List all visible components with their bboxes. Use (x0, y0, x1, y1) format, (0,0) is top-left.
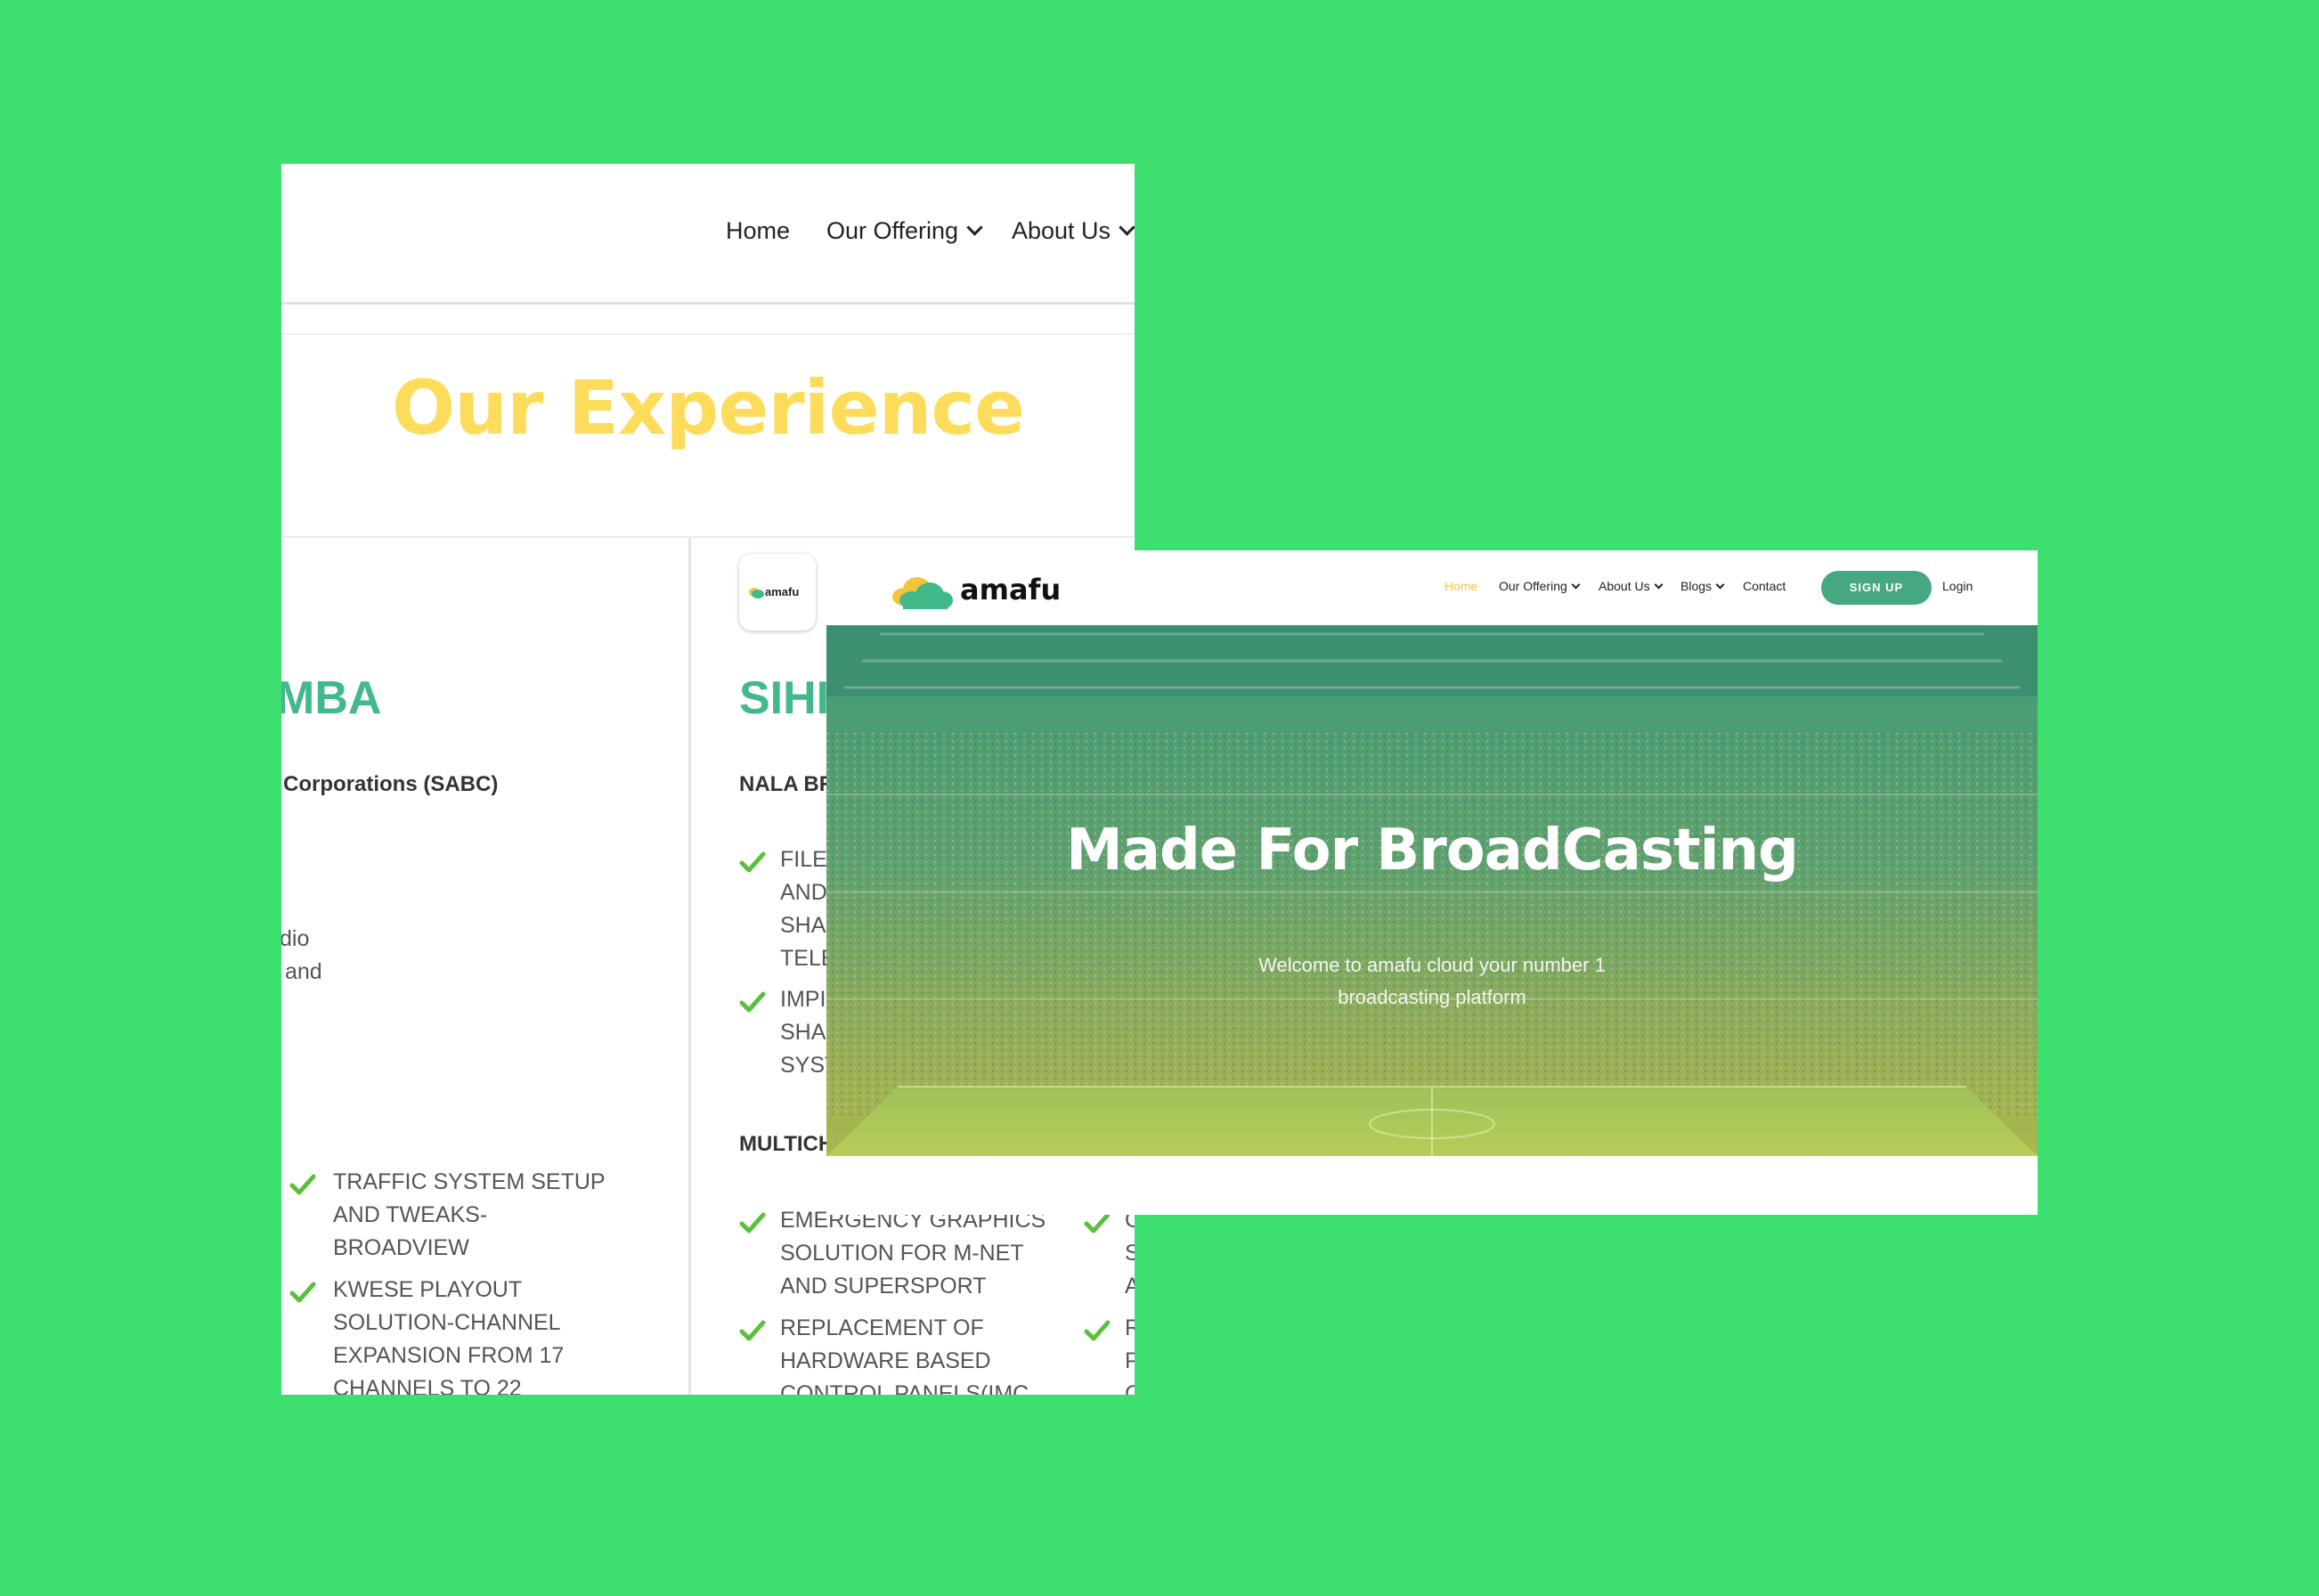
list-item-line: SOLUTION-CHANNEL (333, 1310, 561, 1335)
cloud-logo-icon (892, 577, 953, 609)
list-item-line: C (1125, 1381, 1135, 1395)
list-item: R P C (1125, 1312, 1135, 1395)
list-item: REPLACEMENT OF HARDWARE BASED CONTROL PA… (780, 1312, 1029, 1395)
nav-our-offering[interactable]: Our Offering (1499, 579, 1581, 593)
list-item: TRAFFIC SYSTEM SETUP AND TWEAKS- BROADVI… (333, 1166, 606, 1265)
list-item-line: BROADVIEW (333, 1235, 469, 1260)
login-link[interactable]: Login (1942, 579, 1973, 593)
hero-subtitle-line: broadcasting platform (1338, 986, 1526, 1008)
list-item: C S A (1125, 1204, 1135, 1303)
check-icon (739, 1320, 766, 1341)
list-item-line: CHANNELS TO 22 (333, 1376, 522, 1395)
list-item: KWESE PLAYOUT SOLUTION-CHANNEL EXPANSION… (333, 1274, 564, 1395)
nav-about-us-label: About Us (1599, 579, 1650, 593)
check-icon (289, 1282, 316, 1303)
list-item-line: CONTROL PANELS(IMC (780, 1381, 1029, 1395)
nav-our-offering[interactable]: Our Offering (826, 217, 983, 245)
list-item-line: P (1125, 1348, 1135, 1373)
list-item-line: AND TWEAKS- (333, 1202, 488, 1227)
stadium-hero-image (826, 625, 2038, 1156)
chevron-down-icon (1119, 219, 1135, 236)
nav-about-us[interactable]: About Us (1599, 579, 1664, 593)
list-item-line: TRAFFIC SYSTEM SETUP (333, 1169, 606, 1194)
column-title: MBA (281, 672, 382, 724)
list-item-line: R (1125, 1315, 1135, 1340)
cloud-icon (749, 588, 764, 598)
brand-logo[interactable]: amafu (891, 570, 1069, 609)
badge-brand-name: amafu (765, 585, 800, 598)
nav-blogs-label: Blogs (1680, 579, 1713, 593)
list-item-line: S (1125, 1241, 1135, 1266)
hero-subtitle: Welcome to amafu cloud your number 1 bro… (1209, 949, 1655, 1014)
chevron-down-icon (1571, 580, 1581, 590)
nav-blogs[interactable]: Blogs (1680, 579, 1725, 593)
body-text: dio (281, 926, 310, 951)
column-subtitle: NALA BR (739, 772, 835, 796)
page-title: Our Experience (391, 364, 1025, 452)
list-item-line: KWESE PLAYOUT (333, 1277, 523, 1302)
sign-up-button[interactable]: SIGN UP (1821, 571, 1932, 605)
nav-home[interactable]: Home (726, 217, 790, 245)
list-item-line: HARDWARE BASED (780, 1348, 991, 1373)
list-item-line: SOLUTION FOR M-NET (780, 1241, 1024, 1266)
section-subtitle: MULTICH (739, 1132, 834, 1156)
divider (281, 536, 1135, 538)
check-icon (1084, 1320, 1111, 1341)
hero-subtitle-line: Welcome to amafu cloud your number 1 (1258, 954, 1606, 976)
list-item-line: AND SUPERSPORT (780, 1274, 987, 1299)
list-item-line: REPLACEMENT OF (780, 1315, 984, 1340)
check-icon (289, 1174, 316, 1195)
hero-title: Made For BroadCasting (1066, 818, 1799, 884)
check-icon (739, 991, 766, 1013)
brand-name: amafu (960, 573, 1062, 607)
top-nav: Home Our Offering About Us (281, 164, 1135, 305)
nav-our-offering-label: Our Offering (1499, 579, 1567, 593)
homepage-screenshot: amafu Home Our Offering About Us Blogs C… (826, 550, 2038, 1215)
list-item-line: A (1125, 1274, 1135, 1299)
check-icon (739, 851, 766, 873)
nav-home[interactable]: Home (1444, 579, 1477, 593)
chevron-down-icon (1654, 580, 1664, 590)
list-item: EMERGENCY GRAPHICS SOLUTION FOR M-NET AN… (780, 1204, 1046, 1303)
site-header: amafu Home Our Offering About Us Blogs C… (826, 550, 2038, 625)
column-divider (688, 538, 691, 1395)
column-subtitle: Corporations (SABC) (283, 772, 499, 796)
nav-our-offering-label: Our Offering (826, 217, 959, 244)
nav-about-us-label: About Us (1012, 217, 1111, 244)
nav-contact[interactable]: Contact (1743, 579, 1786, 593)
chevron-down-icon (1715, 580, 1725, 590)
chevron-down-icon (966, 219, 983, 236)
column-title: SIHI (739, 672, 830, 724)
company-logo-badge: amafu (739, 554, 816, 631)
check-icon (739, 1212, 766, 1234)
nav-about-us[interactable]: About Us (1012, 217, 1135, 245)
list-item-line: EXPANSION FROM 17 (333, 1343, 565, 1368)
body-text: and (285, 959, 322, 984)
